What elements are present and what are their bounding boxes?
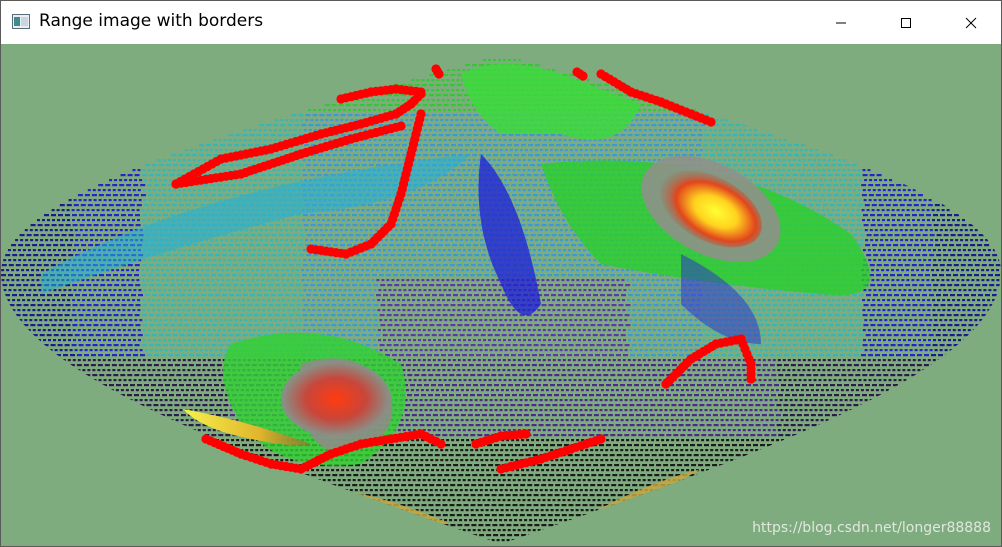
range-image-viewer[interactable]: https://blog.csdn.net/longer88888 xyxy=(1,44,1001,546)
app-icon xyxy=(12,14,30,29)
close-icon xyxy=(965,17,977,28)
minimize-icon xyxy=(836,22,846,23)
range-image-canvas[interactable] xyxy=(1,44,1001,546)
title-bar[interactable]: Range image with borders xyxy=(1,1,1001,44)
maximize-icon xyxy=(901,17,911,28)
close-button[interactable] xyxy=(948,1,994,44)
maximize-button[interactable] xyxy=(883,1,929,44)
minimize-button[interactable] xyxy=(818,1,864,44)
app-window: Range image with borders https://blog.cs… xyxy=(0,0,1002,547)
watermark-text: https://blog.csdn.net/longer88888 xyxy=(752,520,991,536)
window-title: Range image with borders xyxy=(39,11,264,31)
